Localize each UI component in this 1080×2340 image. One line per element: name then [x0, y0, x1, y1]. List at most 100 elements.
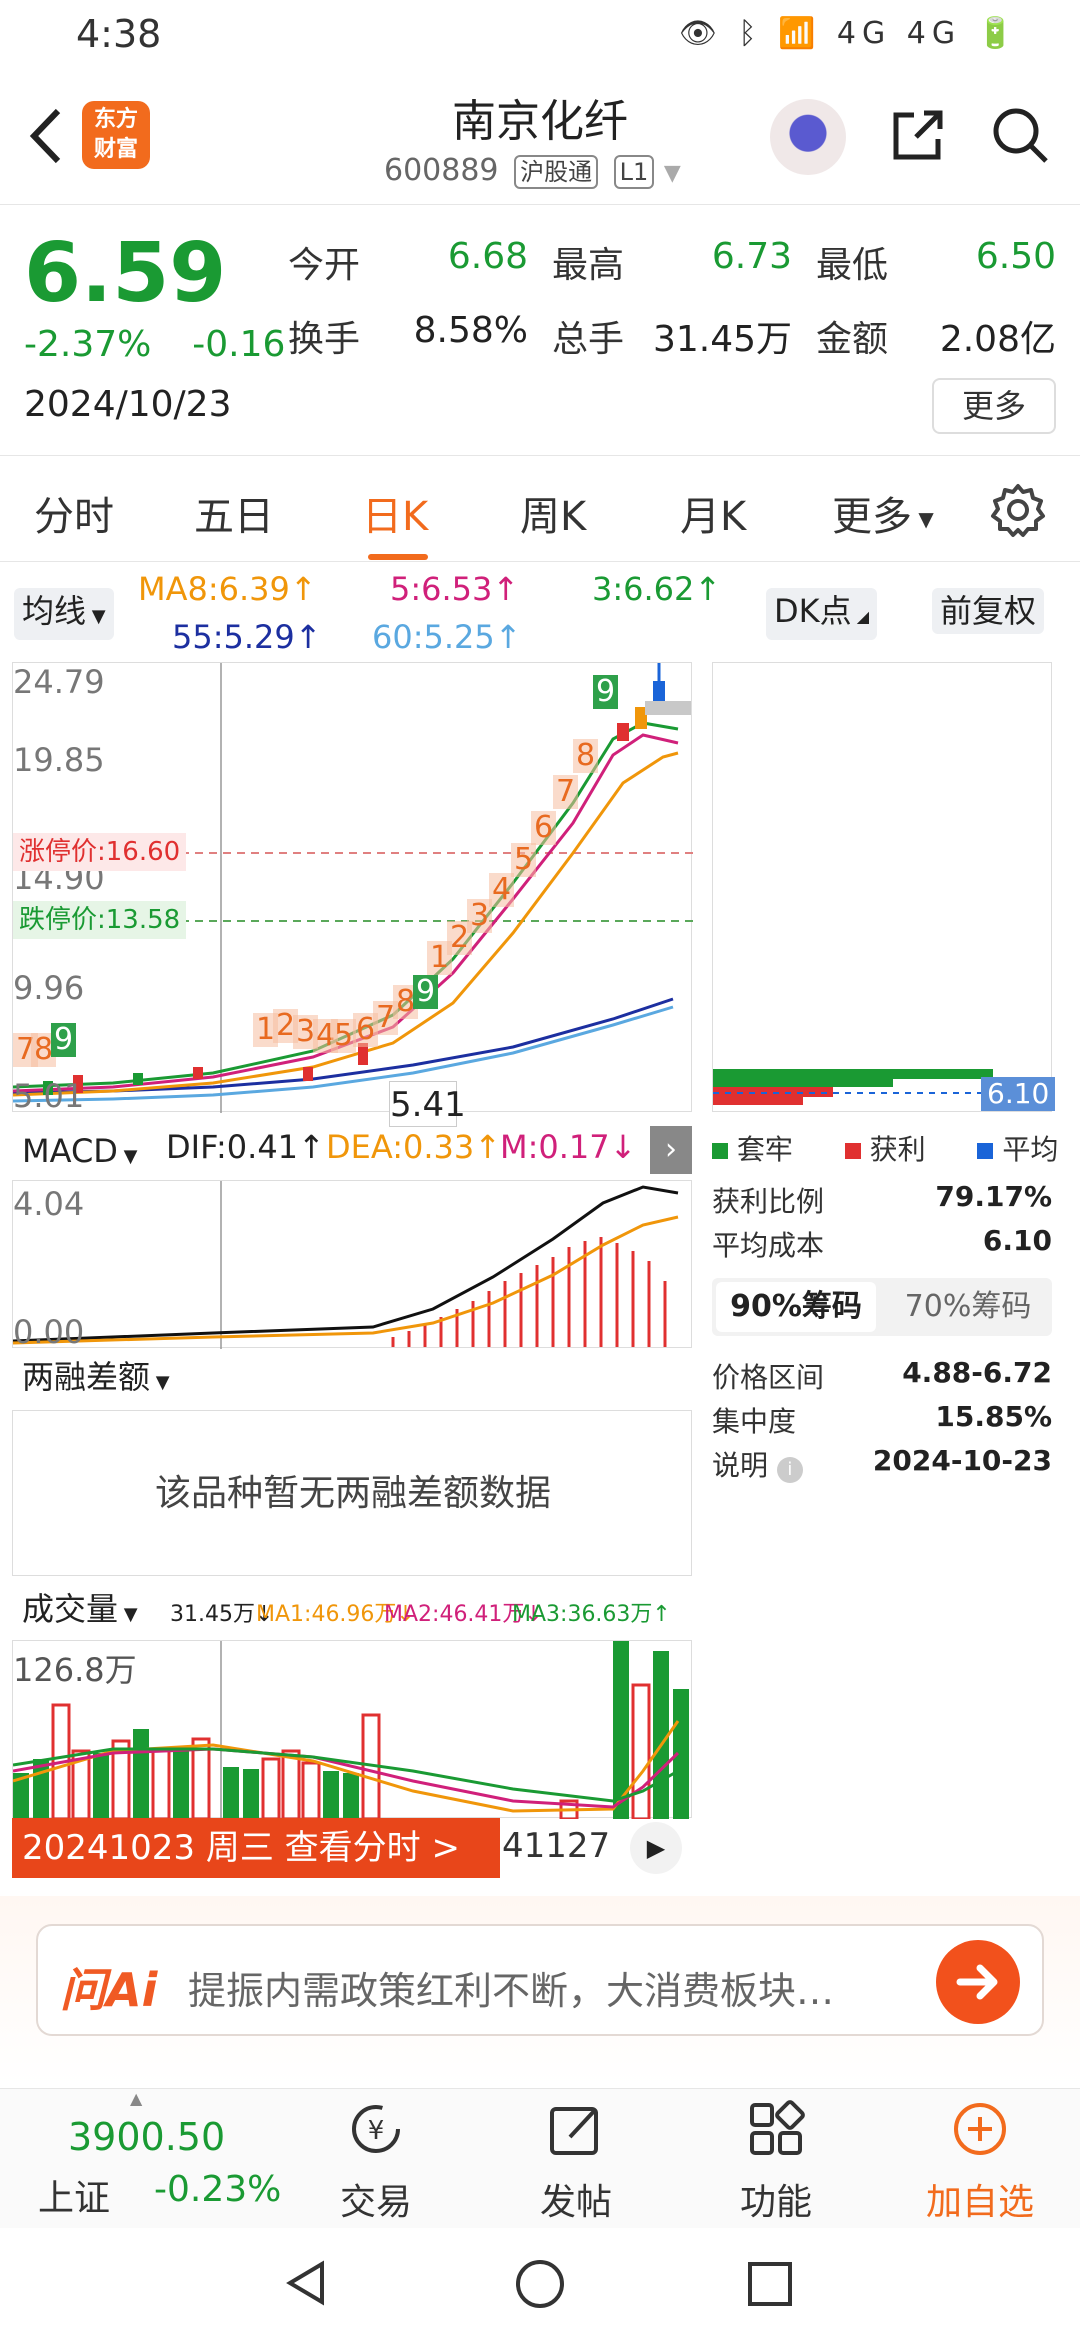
tab-chip-70[interactable]: 70%筹码	[888, 1282, 1048, 1332]
volume-selector-label: 成交量	[22, 1590, 119, 1628]
more-button[interactable]: 更多	[932, 378, 1056, 434]
tab-more[interactable]: 更多 ▼	[832, 484, 934, 542]
macd-dea: DEA:0.33↑	[326, 1128, 502, 1166]
tab-intraday[interactable]: 分时	[34, 484, 114, 542]
legend-trapped: 套牢	[736, 1133, 793, 1166]
ma55-value: 55:5.29↑	[172, 618, 322, 656]
nav-post[interactable]: 发帖	[486, 2089, 666, 2229]
concentration-label: 集中度	[712, 1405, 797, 1438]
avg-cost-tag: 6.10	[981, 1077, 1056, 1111]
caret-up-icon: ▲	[130, 2089, 143, 2108]
macd-dif-line	[13, 1185, 679, 1343]
quote-panel: 6.59 -2.37% -0.16 2024/10/23 今开 6.68 最高 …	[0, 206, 1080, 456]
status-time: 4:38	[76, 12, 162, 56]
ai-search-box[interactable]: 问Ai 提振内需政策红利不断，大消费板块…	[36, 1924, 1044, 2036]
open-label: 今开	[288, 245, 361, 286]
y-label-bottom: 5.01	[13, 1077, 85, 1115]
kline-chart[interactable]: 24.79 19.85 14.90 9.96 5.01 涨停价:16.60 跌停…	[12, 662, 693, 1127]
arrow-right-icon	[956, 1964, 998, 2000]
high-label: 最高	[552, 245, 625, 286]
caret-down-icon: ▼	[117, 1146, 138, 1167]
stock-code-line[interactable]: 600889 沪股通 L1 ▼	[384, 153, 681, 189]
ai-submit-button[interactable]	[936, 1940, 1020, 2024]
volume-label: 总手	[552, 319, 625, 360]
margin-empty-text: 该品种暂无两融差额数据	[154, 1473, 551, 1514]
share-icon[interactable]	[888, 105, 948, 165]
nav-home-icon[interactable]	[514, 2258, 566, 2310]
volume-y-top: 126.8万	[13, 1651, 137, 1689]
legend-average-swatch	[977, 1143, 994, 1159]
margin-panel: 该品种暂无两融差额数据	[12, 1410, 692, 1576]
tab-monthly-k[interactable]: 月K	[680, 484, 746, 542]
system-nav-bar	[0, 2228, 1080, 2340]
y-label-2: 19.85	[13, 741, 105, 779]
change-abs: -0.16	[192, 324, 286, 365]
active-tab-indicator	[368, 554, 428, 560]
turnover-value: 8.58%	[413, 310, 528, 351]
quote-date: 2024/10/23	[24, 384, 232, 425]
profit-ratio-value: 79.17%	[935, 1180, 1052, 1213]
caret-down-icon: ▼	[150, 1372, 170, 1393]
dropdown-icon: ▼	[663, 161, 681, 186]
dk-point-selector[interactable]: DK点 ◢	[766, 588, 878, 640]
macd-m: M:0.17↓	[500, 1128, 637, 1166]
margin-selector-label: 两融差额	[22, 1358, 151, 1396]
td-count-label: 6	[531, 811, 557, 845]
macd-selector[interactable]: MACD ▼	[14, 1128, 146, 1180]
gear-icon[interactable]	[988, 480, 1048, 540]
tab-five-day[interactable]: 五日	[194, 484, 274, 542]
volume-selector[interactable]: 成交量 ▼	[14, 1586, 146, 1638]
index-ticker[interactable]: ▲ 3900.50 上证 -0.23%	[24, 2089, 284, 2229]
macd-dea-line	[13, 1215, 679, 1345]
ai-robot-avatar[interactable]	[770, 99, 846, 175]
nav-add-watchlist[interactable]: 加自选	[890, 2089, 1070, 2229]
nav-trade[interactable]: ¥ 交易	[286, 2089, 466, 2229]
note-row: 说明 i 2024-10-23	[712, 1444, 1052, 1484]
ma-selector-label: 均线	[22, 592, 87, 630]
volume-ma3: MA3:36.63万↑	[512, 1602, 671, 1627]
view-intraday-banner[interactable]: 20241023 周三 查看分时 >	[12, 1818, 500, 1878]
tab-daily-k[interactable]: 日K	[362, 484, 428, 542]
chip-bar-trapped	[713, 1069, 993, 1079]
caret-down-icon: ▼	[912, 507, 934, 531]
change-pct: -2.37%	[24, 324, 152, 365]
nav-function[interactable]: 功能	[686, 2089, 866, 2229]
adjust-selector[interactable]: 前复权	[932, 588, 1045, 634]
low-value: 6.50	[975, 236, 1056, 277]
nav-trade-label: 交易	[339, 2182, 412, 2223]
price-range-row: 价格区间 4.88-6.72	[712, 1356, 1052, 1396]
avg-cost-value: 6.10	[982, 1224, 1052, 1257]
price-marker-bar	[645, 701, 691, 715]
info-icon[interactable]: i	[776, 1457, 803, 1483]
avg-cost-row: 平均成本 6.10	[712, 1224, 1052, 1264]
crosshair-price: 5.41	[389, 1081, 466, 1127]
ma-selector[interactable]: 均线 ▼	[14, 588, 114, 640]
concentration-value: 15.85%	[935, 1400, 1052, 1433]
high-value: 6.73	[711, 236, 792, 277]
tab-weekly-k[interactable]: 周K	[520, 484, 586, 542]
stock-header: 东方 财富 南京化纤 600889 沪股通 L1 ▼	[0, 75, 1080, 205]
volume-chart[interactable]: 126.8万	[12, 1640, 692, 1819]
nav-function-label: 功能	[739, 2182, 812, 2223]
expand-arrow-icon[interactable]: ›	[650, 1126, 692, 1174]
margin-selector[interactable]: 两融差额 ▼	[14, 1354, 178, 1406]
period-tabs: 分时 五日 日K 周K 月K 更多 ▼	[0, 458, 1080, 562]
tab-chip-90[interactable]: 90%筹码	[716, 1282, 876, 1332]
status-bar: 4:38 👁 ᛒ 📶 4G 4G 🔋	[0, 0, 1080, 75]
caret-down-icon: ▼	[86, 606, 106, 627]
play-arrow-icon[interactable]: ▶	[630, 1822, 682, 1874]
avg-cost-label: 平均成本	[712, 1229, 825, 1262]
ai-logo: 问Ai	[60, 1963, 158, 2017]
nav-recent-icon[interactable]	[746, 2260, 794, 2308]
profit-ratio-row: 获利比例 79.17%	[712, 1180, 1052, 1220]
nav-back-icon[interactable]	[282, 2258, 332, 2308]
macd-chart[interactable]: 4.04 0.00	[12, 1180, 692, 1351]
status-icons: 👁 ᛒ 📶 4G 4G 🔋	[678, 16, 1020, 51]
index-value: 3900.50	[68, 2115, 226, 2159]
y-label-top: 24.79	[13, 663, 105, 701]
grid-icon	[750, 2100, 805, 2155]
corner-caret-icon: ◢	[851, 607, 870, 626]
limit-up-label: 涨停价:16.60	[13, 833, 187, 871]
search-icon[interactable]	[990, 105, 1050, 165]
chip-distribution-chart[interactable]: 6.10	[712, 662, 1056, 1112]
